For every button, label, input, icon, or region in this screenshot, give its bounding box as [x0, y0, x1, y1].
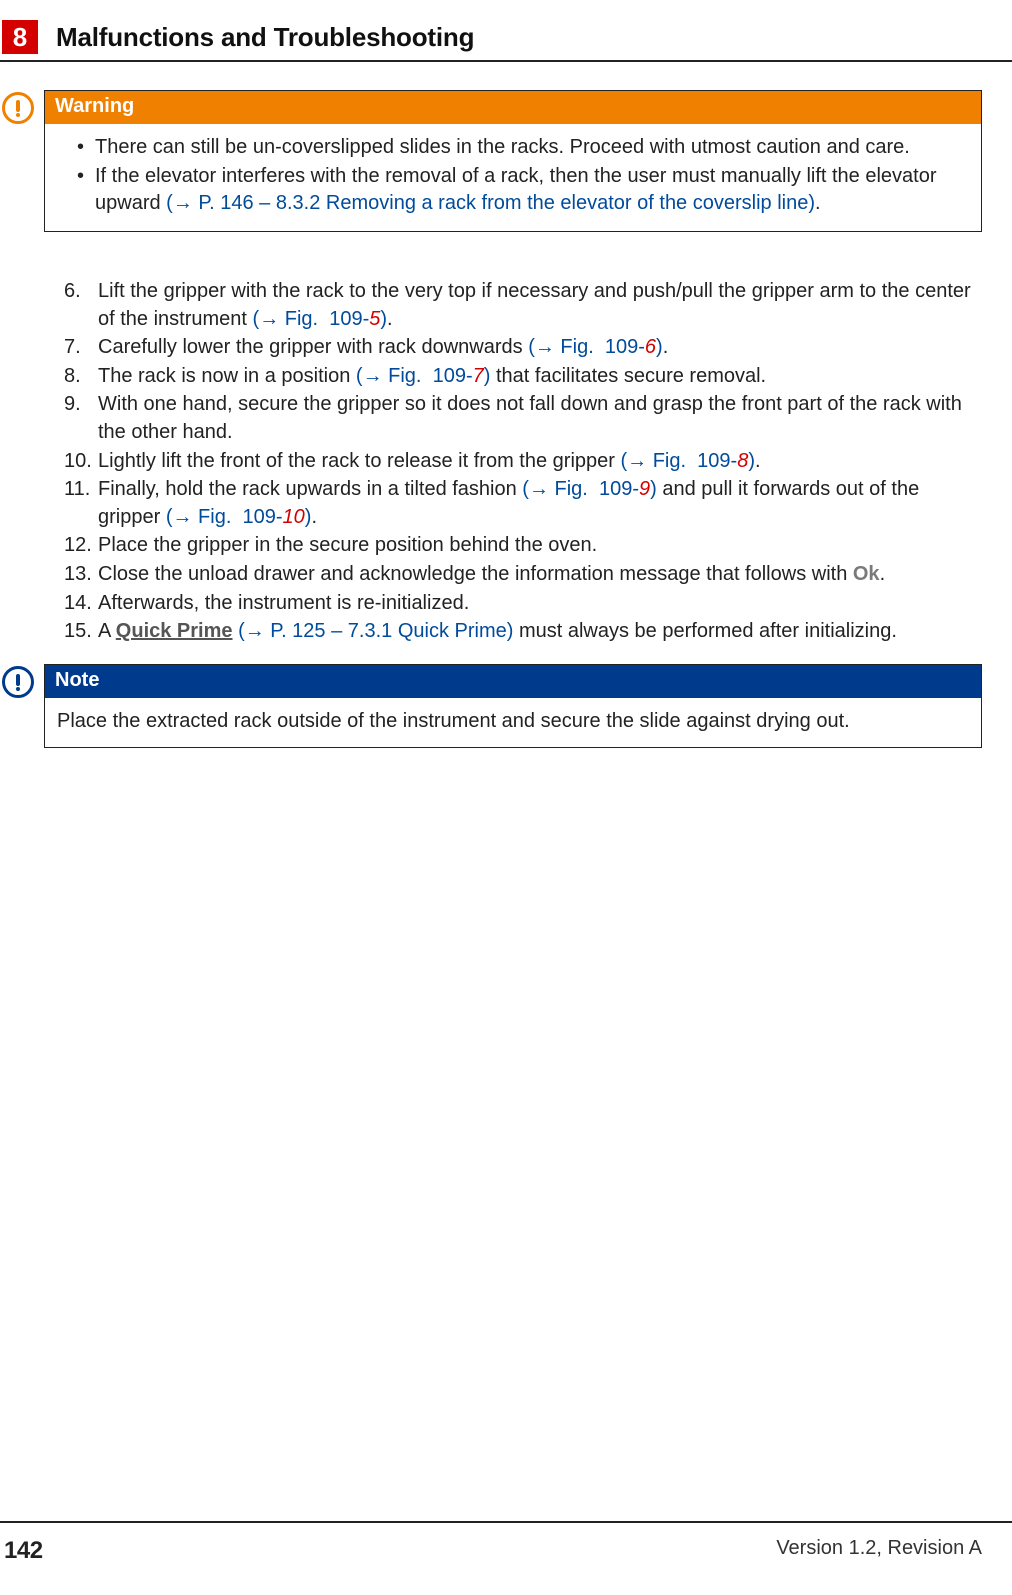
page-header: 8 Malfunctions and Troubleshooting: [0, 20, 1012, 62]
step-number: 8.: [64, 363, 98, 391]
figure-number: 8: [737, 450, 748, 472]
step-item: 9. With one hand, secure the gripper so …: [64, 391, 982, 446]
step-number: 14.: [64, 590, 98, 618]
step-text: Place the gripper in the secure position…: [98, 532, 982, 560]
step-text: Close the unload drawer and acknowledge …: [98, 561, 982, 589]
step-item: 10. Lightly lift the front of the rack t…: [64, 448, 982, 476]
page-footer: 142 Version 1.2, Revision A: [0, 1521, 1012, 1565]
note-body: Place the extracted rack outside of the …: [45, 698, 981, 747]
steps-list: 6. Lift the gripper with the rack to the…: [64, 278, 982, 646]
xref-link[interactable]: → P. 125 – 7.3.1 Quick Prime: [245, 620, 507, 642]
note-box: Note Place the extracted rack outside of…: [44, 664, 982, 748]
step-number: 11.: [64, 476, 98, 531]
figure-number: 6: [645, 336, 656, 358]
xref-open: (: [238, 620, 245, 642]
step-text: Finally, hold the rack upwards in a tilt…: [98, 476, 982, 531]
warning-bullet: There can still be un-coverslipped slide…: [77, 134, 969, 161]
step-number: 6.: [64, 278, 98, 333]
xref-link[interactable]: → Fig. 109-: [627, 450, 737, 472]
step-number: 10.: [64, 448, 98, 476]
warning-text: There can still be un-coverslipped slide…: [95, 136, 910, 158]
xref-close: ): [748, 450, 755, 472]
xref-link[interactable]: → Fig. 109-: [363, 365, 473, 387]
step-item: 12. Place the gripper in the secure posi…: [64, 532, 982, 560]
warning-callout: Warning There can still be un-coverslipp…: [2, 90, 982, 232]
figure-number: 7: [473, 365, 484, 387]
step-item: 6. Lift the gripper with the rack to the…: [64, 278, 982, 333]
step-text: Lightly lift the front of the rack to re…: [98, 448, 982, 476]
warning-bullet: If the elevator interferes with the remo…: [77, 163, 969, 217]
chapter-title: Malfunctions and Troubleshooting: [56, 20, 474, 54]
warning-title: Warning: [45, 91, 981, 124]
step-item: 14. Afterwards, the instrument is re-ini…: [64, 590, 982, 618]
xref-link[interactable]: → Fig. 109-: [172, 506, 282, 528]
step-text: A Quick Prime (→ P. 125 – 7.3.1 Quick Pr…: [98, 618, 982, 646]
note-icon: [2, 666, 34, 698]
xref-close: ): [650, 478, 657, 500]
step-number: 9.: [64, 391, 98, 446]
page-number: 142: [4, 1537, 43, 1565]
step-text: With one hand, secure the gripper so it …: [98, 391, 982, 446]
figure-number: 5: [369, 308, 380, 330]
quick-prime-term: Quick Prime: [116, 620, 233, 642]
step-text: Lift the gripper with the rack to the ve…: [98, 278, 982, 333]
step-item: 15. A Quick Prime (→ P. 125 – 7.3.1 Quic…: [64, 618, 982, 646]
xref-open: (: [356, 365, 363, 387]
warning-text: .: [815, 192, 821, 214]
xref-open: (: [166, 192, 173, 214]
step-item: 8. The rack is now in a position (→ Fig.…: [64, 363, 982, 391]
ui-label: Ok: [853, 563, 880, 585]
step-item: 11. Finally, hold the rack upwards in a …: [64, 476, 982, 531]
note-title: Note: [45, 665, 981, 698]
version-label: Version 1.2, Revision A: [776, 1537, 982, 1565]
warning-body: There can still be un-coverslipped slide…: [45, 124, 981, 231]
step-text: Afterwards, the instrument is re-initial…: [98, 590, 982, 618]
xref-open: (: [522, 478, 529, 500]
step-number: 15.: [64, 618, 98, 646]
step-number: 12.: [64, 532, 98, 560]
xref-link[interactable]: → Fig. 109-: [259, 308, 369, 330]
note-callout: Note Place the extracted rack outside of…: [2, 664, 982, 748]
figure-number: 9: [639, 478, 650, 500]
step-number: 13.: [64, 561, 98, 589]
step-text: The rack is now in a position (→ Fig. 10…: [98, 363, 982, 391]
chapter-number-badge: 8: [2, 20, 38, 54]
xref-close: ): [656, 336, 663, 358]
warning-box: Warning There can still be un-coverslipp…: [44, 90, 982, 232]
xref-link[interactable]: → Fig. 109-: [529, 478, 639, 500]
warning-icon: [2, 92, 34, 124]
step-item: 13. Close the unload drawer and acknowle…: [64, 561, 982, 589]
step-number: 7.: [64, 334, 98, 362]
xref-open: (: [528, 336, 535, 358]
figure-number: 10: [283, 506, 305, 528]
step-text: Carefully lower the gripper with rack do…: [98, 334, 982, 362]
xref-link[interactable]: → P. 146 – 8.3.2 Removing a rack from th…: [173, 192, 809, 214]
step-item: 7. Carefully lower the gripper with rack…: [64, 334, 982, 362]
xref-link[interactable]: → Fig. 109-: [535, 336, 645, 358]
